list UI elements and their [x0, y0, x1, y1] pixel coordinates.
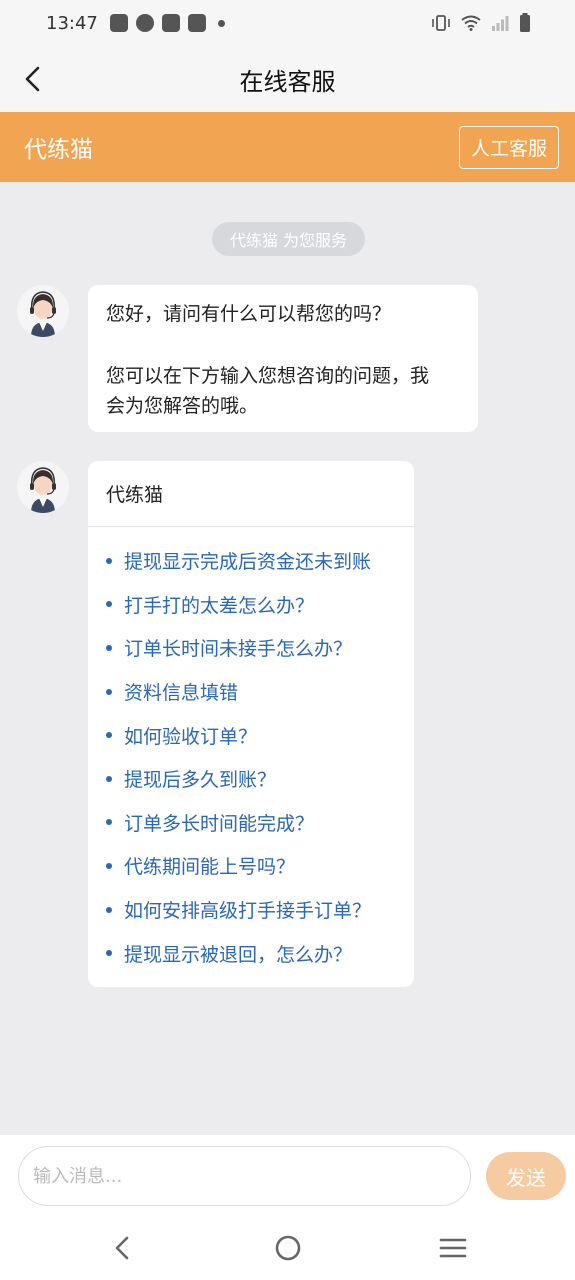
system-home-icon[interactable] [273, 1233, 303, 1263]
service-header: 代练猫 人工客服 [0, 112, 575, 182]
faq-item-label: 代练期间能上号吗？ [124, 856, 296, 879]
agent-avatar-icon [30, 467, 56, 513]
system-tag: 代练猫 为您服务 [212, 222, 365, 256]
nav-bar: 在线客服 [0, 46, 575, 112]
bullet-icon [106, 819, 112, 826]
faq-item[interactable]: 打手打的太差怎么办？ [106, 583, 414, 627]
bullet-icon [106, 950, 112, 957]
agent-avatar-icon [30, 291, 56, 337]
status-bar: 13:47 [0, 0, 575, 46]
system-menu-icon[interactable] [438, 1233, 468, 1263]
dot-icon [217, 19, 225, 27]
message-text: 会为您解答的哦。 [106, 395, 259, 417]
human-service-button[interactable]: 人工客服 [458, 125, 559, 169]
faq-item-label: 如何安排高级打手接手订单？ [124, 900, 372, 923]
bullet-icon [106, 644, 112, 651]
input-bar: 发送 [0, 1135, 575, 1215]
message-bubble-greeting: 您好，请问有什么可以帮您的吗？ 您可以在下方输入您想咨询的问题，我 会为您解答的… [88, 285, 478, 432]
faq-item-label: 打手打的太差怎么办？ [124, 594, 315, 617]
faq-item[interactable]: 代练期间能上号吗？ [106, 844, 414, 888]
bullet-icon [106, 906, 112, 913]
bullet-icon [106, 601, 112, 608]
faq-item[interactable]: 订单多长时间能完成？ [106, 801, 414, 845]
faq-item-label: 资料信息填错 [124, 682, 239, 705]
faq-item[interactable]: 提现显示完成后资金还未到账 [106, 539, 414, 583]
faq-item[interactable]: 提现后多久到账？ [106, 757, 414, 801]
status-right [431, 13, 531, 33]
signal-icon [492, 16, 509, 31]
faq-item-label: 提现显示完成后资金还未到账 [124, 551, 372, 574]
battery-icon [520, 13, 530, 32]
bullet-icon [106, 775, 112, 782]
faq-item[interactable]: 订单长时间未接手怎么办？ [106, 626, 414, 670]
bag-icon [161, 14, 180, 32]
faq-title: 代练猫 [88, 461, 414, 527]
faq-item-label: 提现显示被退回，怎么办？ [124, 943, 353, 966]
vibrate-icon [432, 15, 450, 31]
status-left: 13:47 [46, 13, 225, 34]
bag-icon [187, 14, 206, 32]
faq-item[interactable]: 提现显示被退回，怎么办？ [106, 931, 414, 975]
faq-item-label: 订单多长时间能完成？ [124, 812, 315, 835]
bullet-icon [106, 557, 112, 564]
message-input[interactable] [18, 1146, 471, 1206]
message-text: 您可以在下方输入您想咨询的问题，我 [106, 365, 430, 387]
app-icon [135, 14, 154, 32]
faq-list: 提现显示完成后资金还未到账 打手打的太差怎么办？ 订单长时间未接手怎么办？ 资料… [88, 527, 414, 975]
faq-item-label: 订单长时间未接手怎么办？ [124, 638, 353, 661]
status-time: 13:47 [46, 12, 98, 34]
vivo-icon [109, 14, 128, 32]
faq-item-label: 提现后多久到账？ [124, 769, 277, 792]
faq-item-label: 如何验收订单？ [124, 725, 258, 748]
bullet-icon [106, 732, 112, 739]
faq-item[interactable]: 资料信息填错 [106, 670, 414, 714]
bullet-icon [106, 688, 112, 695]
faq-item[interactable]: 如何安排高级打手接手订单？ [106, 888, 414, 932]
message-text: 您好，请问有什么可以帮您的吗？ [106, 303, 392, 325]
send-button[interactable]: 发送 [486, 1152, 566, 1200]
system-nav-bar [0, 1215, 575, 1280]
page-title: 在线客服 [239, 67, 336, 96]
agent-avatar [17, 285, 69, 337]
service-name: 代练猫 [24, 137, 93, 163]
agent-avatar [17, 461, 69, 513]
system-back-icon[interactable] [108, 1233, 136, 1263]
message-bubble-faq: 代练猫 提现显示完成后资金还未到账 打手打的太差怎么办？ 订单长时间未接手怎么办… [88, 461, 414, 987]
back-icon[interactable] [18, 63, 50, 95]
faq-item[interactable]: 如何验收订单？ [106, 713, 414, 757]
bullet-icon [106, 862, 112, 869]
wifi-icon [461, 15, 481, 31]
